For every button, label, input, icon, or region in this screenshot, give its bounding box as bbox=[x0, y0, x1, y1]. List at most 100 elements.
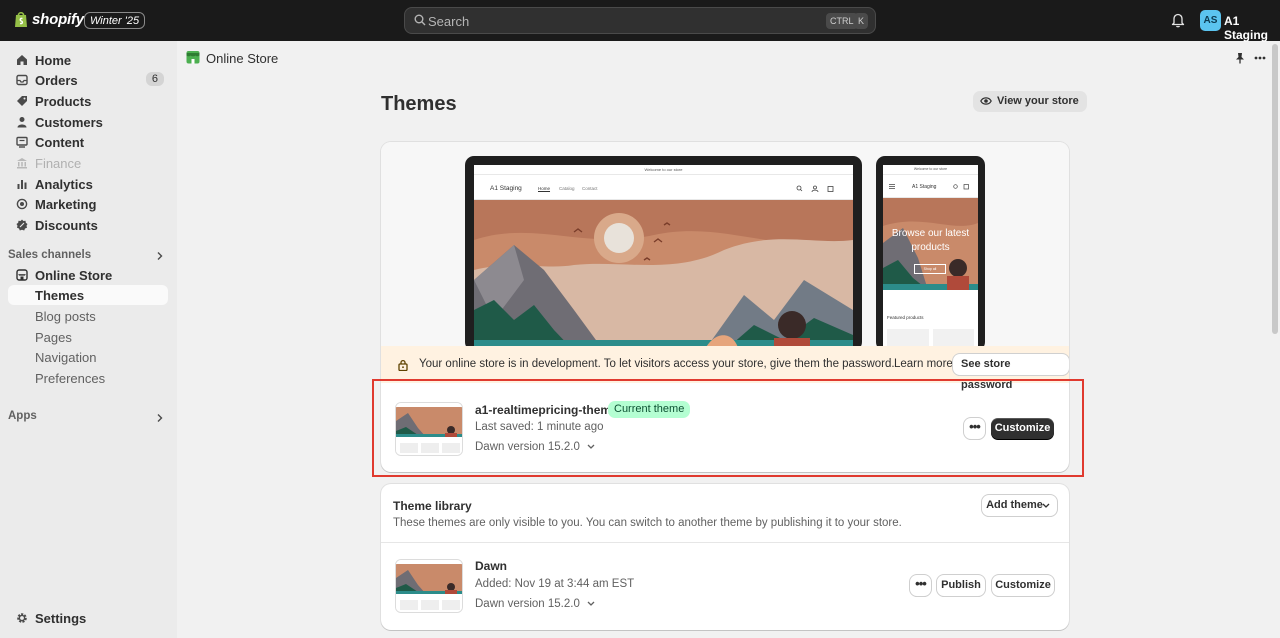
logo-text: shopify bbox=[32, 11, 84, 28]
desktop-header-icons bbox=[796, 185, 834, 193]
sidebar-item-themes[interactable]: Themes bbox=[8, 285, 168, 305]
desktop-store-name: A1 Staging bbox=[490, 185, 522, 192]
avatar[interactable]: AS bbox=[1200, 10, 1221, 31]
library-theme-thumbnail[interactable] bbox=[395, 559, 463, 613]
desktop-preview: Welcome to our store A1 Staging Home Cat… bbox=[465, 156, 862, 351]
desktop-nav-contact: Contact bbox=[582, 186, 598, 191]
page-header: Online Store bbox=[177, 41, 1280, 73]
scrollbar[interactable] bbox=[1272, 44, 1278, 334]
orders-count-badge: 6 bbox=[145, 72, 164, 86]
sidebar-item-blog-posts[interactable]: Blog posts bbox=[8, 306, 168, 326]
lock-icon bbox=[398, 359, 408, 371]
development-banner-text: Your online store is in development. To … bbox=[419, 358, 895, 370]
discount-icon bbox=[16, 219, 28, 231]
theme-thumbnail-image bbox=[396, 560, 462, 612]
sidebar-item-online-store[interactable]: Online Store bbox=[8, 265, 168, 285]
sidebar-item-label: Content bbox=[35, 135, 85, 150]
learn-more-link[interactable]: Learn more bbox=[894, 358, 953, 370]
search-icon bbox=[414, 14, 426, 26]
mobile-menu-icon bbox=[889, 184, 895, 189]
library-theme-version-dropdown[interactable]: Dawn version 15.2.0 bbox=[475, 598, 595, 610]
sidebar-item-label: Customers bbox=[35, 115, 103, 130]
sidebar-item-label: Analytics bbox=[35, 177, 93, 192]
mobile-preview: Welcome to our store A1 Staging Browse o… bbox=[876, 156, 985, 351]
more-horizontal-icon[interactable] bbox=[1254, 56, 1266, 60]
sidebar-item-settings[interactable]: Settings bbox=[8, 608, 168, 628]
mobile-store-name: A1 Staging bbox=[912, 184, 937, 190]
mobile-hero-button: Shop all bbox=[914, 264, 946, 274]
tag-icon bbox=[17, 96, 27, 106]
sales-channels-header[interactable]: Sales channels bbox=[8, 249, 91, 261]
chevron-down-icon bbox=[587, 601, 595, 606]
theme-library-card: Theme library These themes are only visi… bbox=[381, 484, 1069, 630]
chevron-right-icon[interactable] bbox=[156, 413, 164, 423]
chevron-right-icon[interactable] bbox=[156, 251, 164, 261]
sidebar-item-customers[interactable]: Customers bbox=[8, 112, 168, 132]
desktop-nav-catalog: Catalog bbox=[559, 186, 575, 191]
sidebar-item-finance: Finance bbox=[8, 153, 168, 173]
chevron-down-icon bbox=[1042, 503, 1050, 508]
bell-icon[interactable] bbox=[1171, 13, 1185, 28]
sidebar-item-label: Preferences bbox=[35, 371, 106, 386]
home-icon bbox=[17, 55, 27, 65]
theme-preview[interactable]: Welcome to our store A1 Staging Home Cat… bbox=[381, 142, 1069, 351]
apps-header[interactable]: Apps bbox=[8, 410, 37, 422]
view-store-button[interactable]: View your store bbox=[973, 91, 1087, 112]
sidebar-item-home[interactable]: Home bbox=[8, 50, 168, 70]
store-icon bbox=[16, 269, 28, 281]
page-header-title[interactable]: Online Store bbox=[206, 51, 278, 66]
sidebar-item-label: Finance bbox=[35, 156, 82, 171]
sidebar: Home Orders 6 Products Customers Content… bbox=[0, 41, 177, 638]
library-customize-button[interactable]: Customize bbox=[992, 575, 1054, 596]
view-store-label: View your store bbox=[997, 95, 1079, 107]
sidebar-item-content[interactable]: Content bbox=[8, 132, 168, 152]
sidebar-item-pages[interactable]: Pages bbox=[8, 327, 168, 347]
library-more-actions-button[interactable]: ••• bbox=[910, 575, 931, 596]
page-title: Themes bbox=[381, 93, 457, 115]
search-bar[interactable]: Search CTRL K bbox=[404, 7, 876, 34]
pin-icon[interactable] bbox=[1235, 52, 1245, 64]
sidebar-item-label: Online Store bbox=[35, 268, 113, 283]
desktop-hero-illustration bbox=[474, 200, 853, 351]
sidebar-item-label: Marketing bbox=[35, 197, 97, 212]
mobile-header-icons bbox=[953, 184, 969, 190]
publish-button[interactable]: Publish bbox=[937, 575, 985, 596]
library-theme-added: Added: Nov 19 at 3:44 am EST bbox=[475, 578, 635, 590]
library-theme-name: Dawn bbox=[475, 559, 508, 573]
sidebar-item-discounts[interactable]: Discounts bbox=[8, 215, 168, 235]
store-name[interactable]: A1 Staging bbox=[1224, 14, 1280, 42]
sidebar-item-products[interactable]: Products bbox=[8, 91, 168, 111]
shopify-logo[interactable]: shopify bbox=[14, 11, 84, 28]
sidebar-item-navigation[interactable]: Navigation bbox=[8, 347, 168, 367]
desktop-announcement: Welcome to our store bbox=[644, 167, 683, 172]
highlight-box bbox=[372, 379, 1084, 477]
sidebar-item-label: Blog posts bbox=[35, 309, 96, 324]
edition-badge[interactable]: Winter '25 bbox=[84, 12, 146, 29]
sidebar-item-marketing[interactable]: Marketing bbox=[8, 194, 168, 214]
see-store-password-button[interactable]: See store password bbox=[953, 354, 1069, 391]
bar-chart-icon bbox=[17, 180, 27, 189]
mobile-hero-text: Browse our latest products bbox=[891, 228, 970, 253]
sidebar-item-label: Discounts bbox=[35, 218, 98, 233]
sidebar-item-orders[interactable]: Orders 6 bbox=[8, 70, 168, 90]
add-theme-button[interactable]: Add theme bbox=[982, 495, 1057, 516]
mobile-announcement: Welcome to our store bbox=[913, 167, 948, 171]
content-icon bbox=[16, 136, 28, 148]
search-placeholder: Search bbox=[428, 14, 470, 29]
sidebar-item-label: Navigation bbox=[35, 350, 97, 365]
library-theme-row: Dawn Added: Nov 19 at 3:44 am EST Dawn v… bbox=[381, 543, 1069, 630]
theme-version-text: Dawn version 15.2.0 bbox=[475, 598, 580, 610]
shortcut-ctrl-key: CTRL bbox=[826, 13, 858, 29]
development-banner: Your online store is in development. To … bbox=[381, 346, 1069, 391]
sidebar-item-analytics[interactable]: Analytics bbox=[8, 174, 168, 194]
sidebar-item-label: Pages bbox=[35, 330, 72, 345]
bank-icon bbox=[17, 158, 27, 169]
sidebar-item-label: Products bbox=[35, 94, 92, 109]
add-theme-label: Add theme bbox=[986, 499, 1043, 511]
mobile-featured-products: Featured products bbox=[887, 315, 924, 320]
person-icon bbox=[17, 117, 27, 128]
sidebar-item-preferences[interactable]: Preferences bbox=[8, 368, 168, 388]
theme-library-title: Theme library bbox=[393, 499, 472, 513]
sidebar-item-label: Home bbox=[35, 53, 72, 68]
target-icon bbox=[16, 198, 28, 210]
